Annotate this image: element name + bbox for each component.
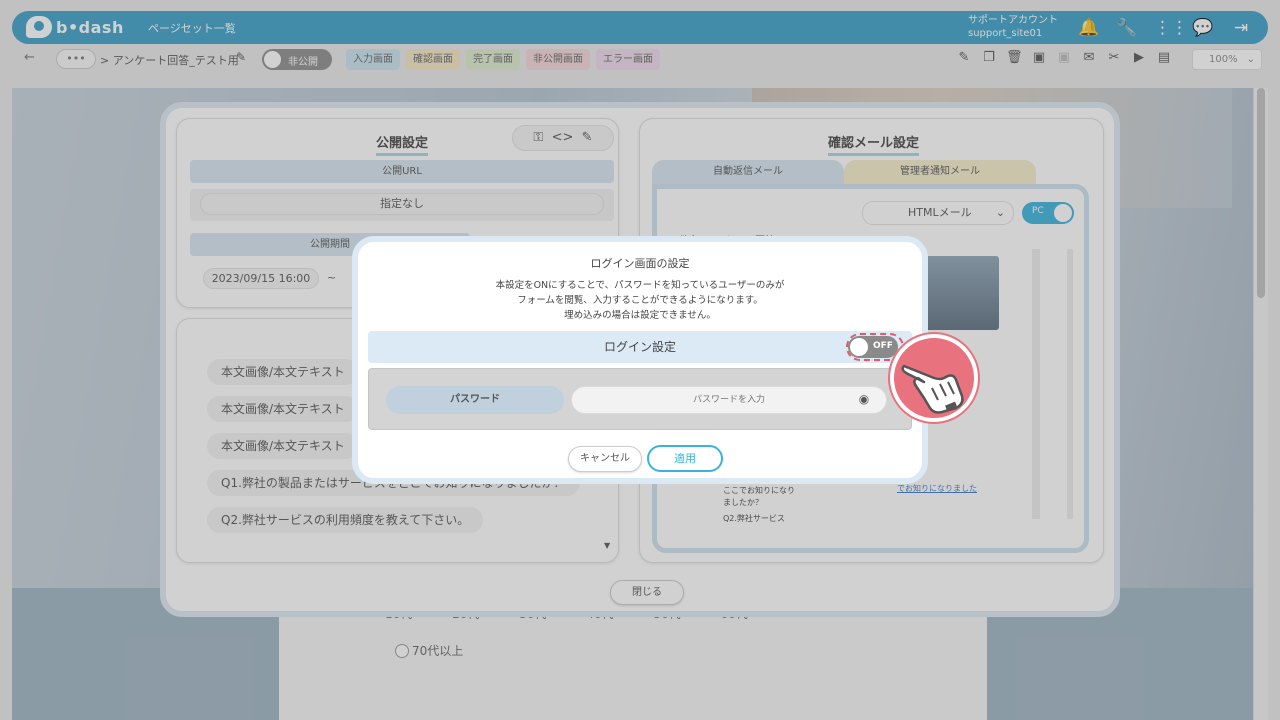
description-line: 本設定をONにすることで、パスワードを知っているユーザーのみが (495, 280, 785, 291)
password-label: パスワード (386, 386, 564, 414)
description-line: フォームを閲覧、入力することができるようになります。 (517, 295, 763, 306)
apply-button[interactable]: 適用 (647, 445, 723, 472)
dialog-title: ログイン画面の設定 (590, 257, 690, 270)
description-line: 埋め込みの場合は設定できません。 (564, 310, 716, 321)
login-settings-dialog: ログイン画面の設定 本設定をONにすることで、パスワードを知っているユーザーのみ… (352, 236, 928, 484)
login-setting-row: ログイン設定 OFF (368, 331, 912, 363)
pointing-hand-icon (890, 334, 978, 422)
dialog-description: 本設定をONにすることで、パスワードを知っているユーザーのみが フォームを閲覧、… (358, 278, 922, 323)
login-setting-label: ログイン設定 (603, 340, 676, 354)
cancel-button[interactable]: キャンセル (568, 446, 642, 472)
password-input[interactable] (571, 386, 887, 414)
eye-icon[interactable]: ◉ (855, 390, 873, 408)
password-row: パスワード ◉ (368, 368, 912, 430)
